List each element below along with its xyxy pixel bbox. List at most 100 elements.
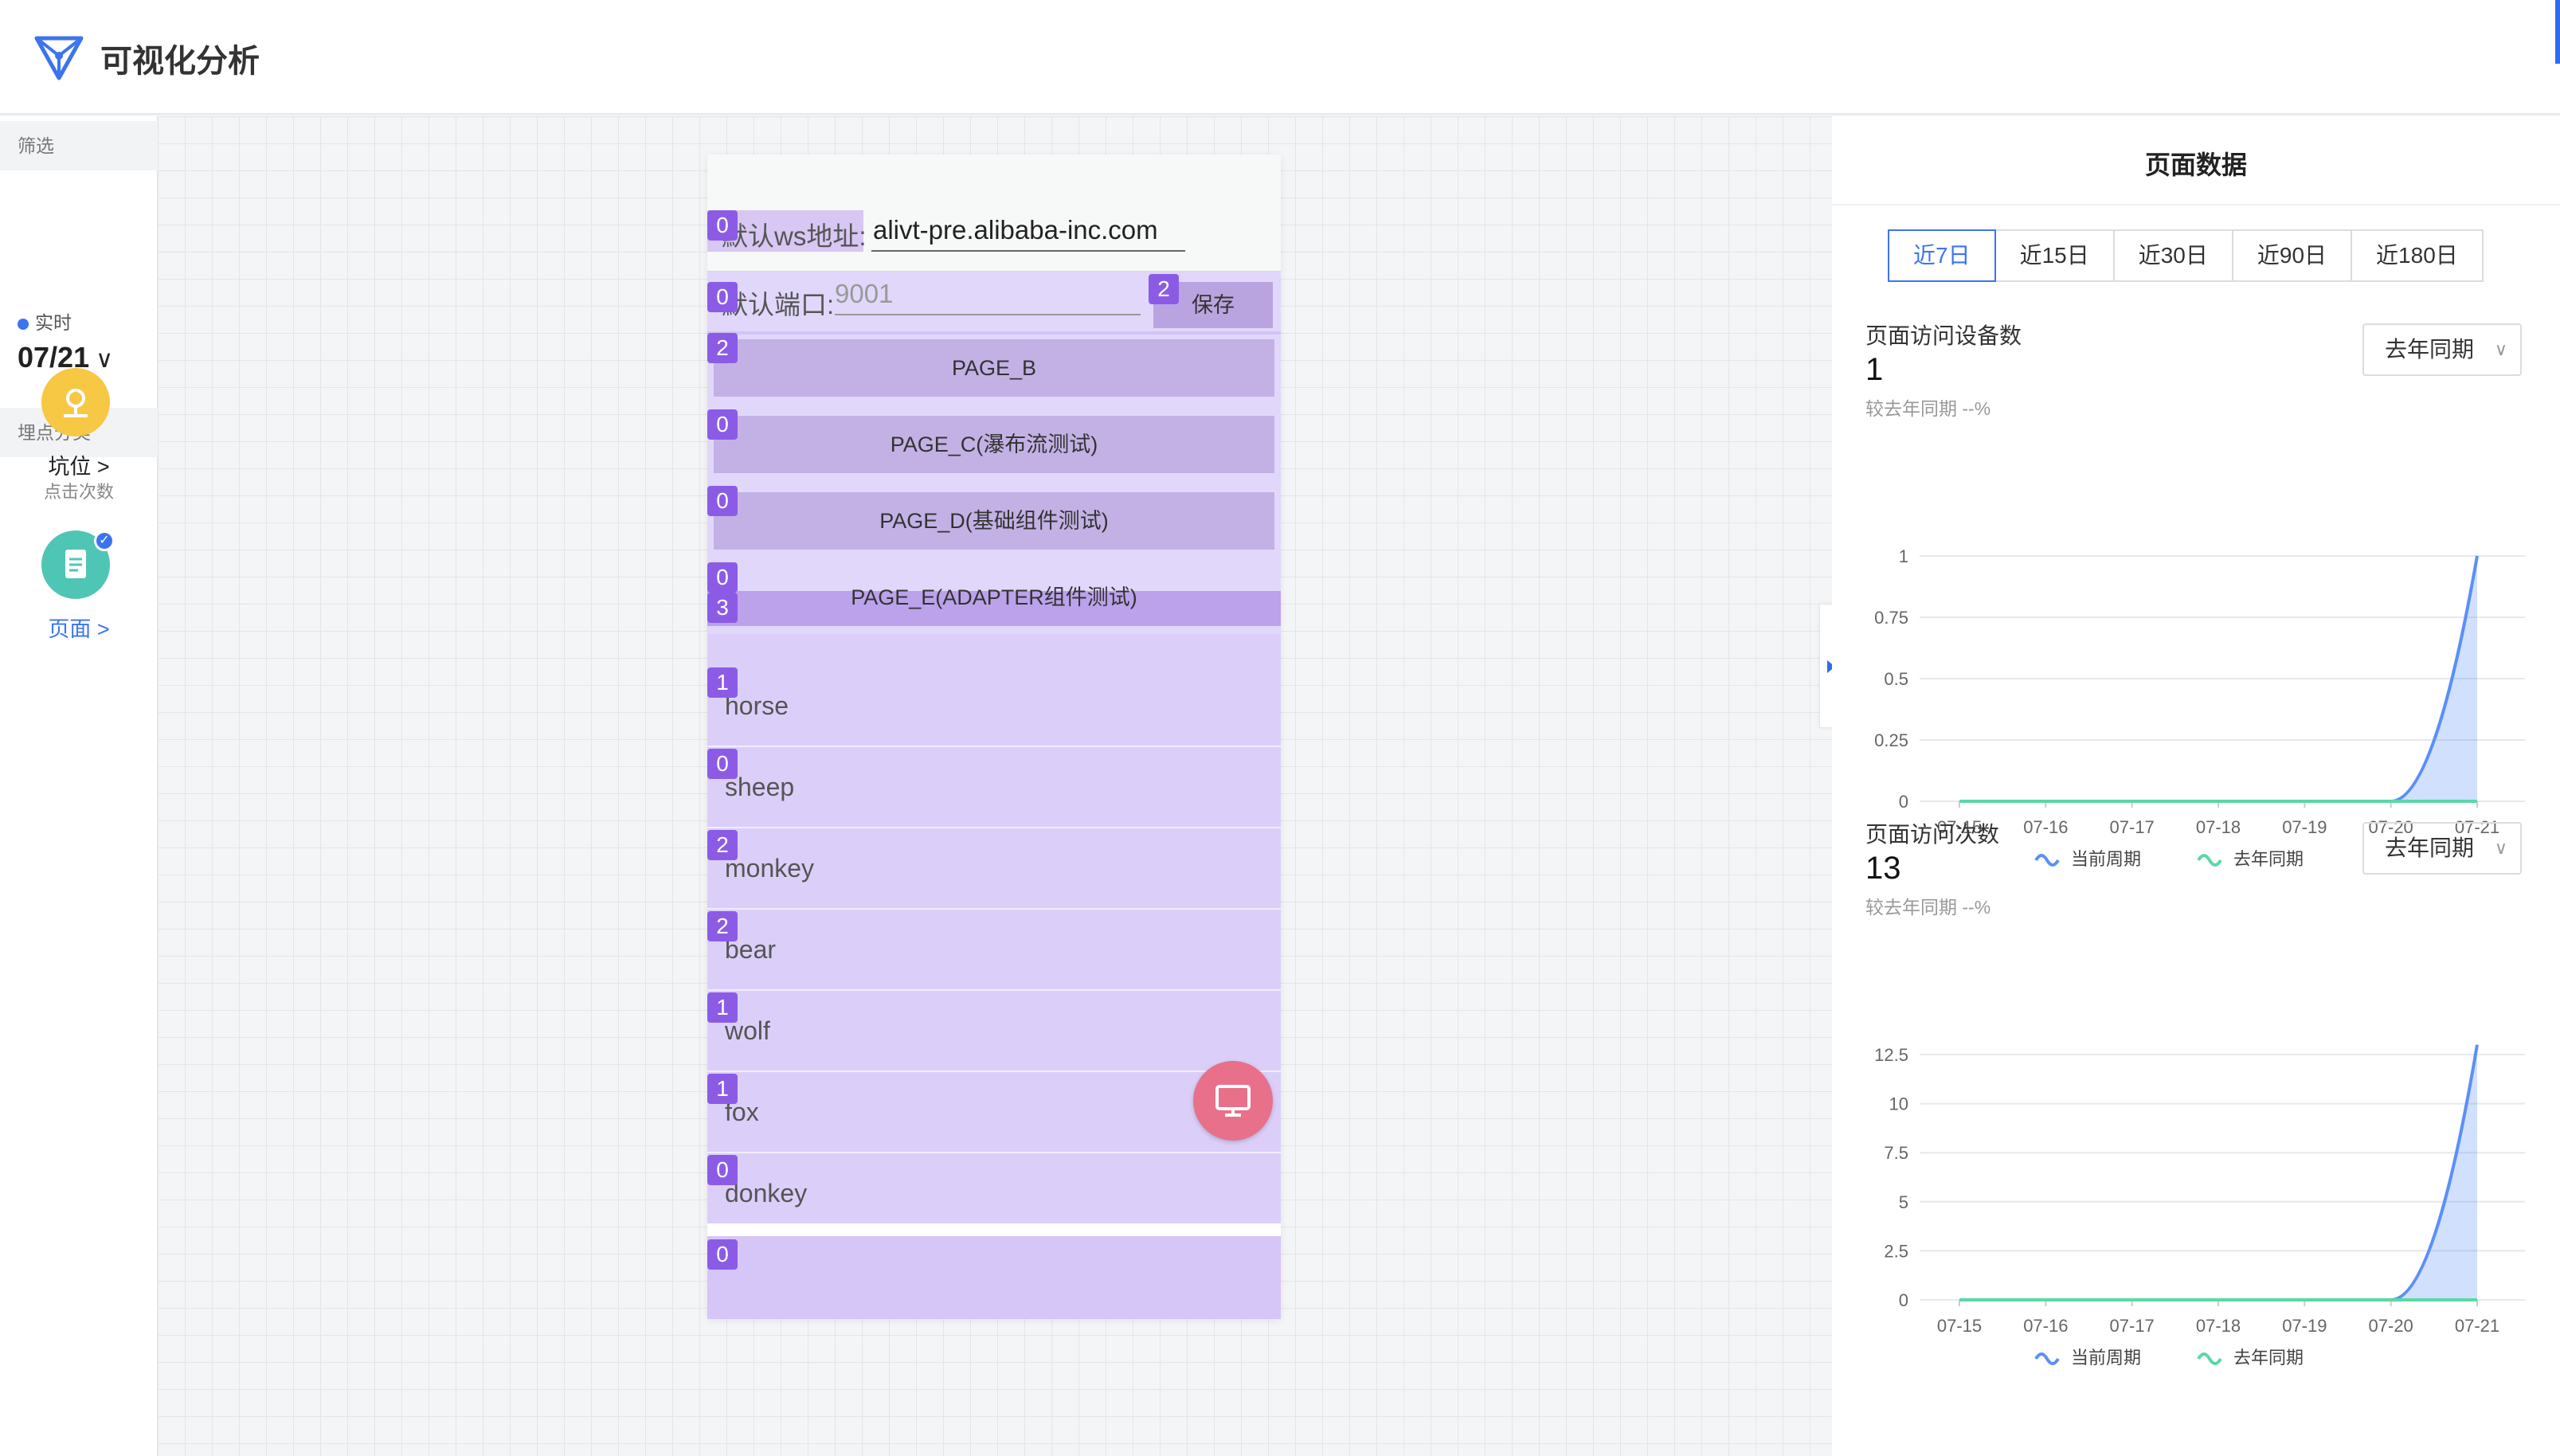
y-tick-label: 1: [1899, 546, 1908, 566]
bottom-highlight: [707, 1236, 1281, 1319]
list-item-badge: 1: [707, 1074, 738, 1104]
realtime-dot-icon: [18, 318, 29, 330]
x-tick-label: 07-16: [2023, 817, 2068, 837]
legend-marker-icon: [2197, 854, 2222, 867]
ws-label: 默认ws地址:: [722, 221, 867, 251]
x-tick-label: 07-17: [2110, 1316, 2155, 1336]
x-tick-label: 07-21: [2455, 1316, 2499, 1336]
category-slot-button[interactable]: [41, 368, 110, 436]
chevron-down-icon: ∨: [2494, 339, 2507, 359]
app-logo-icon: [34, 36, 84, 80]
x-tick-label: 07-16: [2023, 1316, 2068, 1336]
y-tick-label: 2.5: [1884, 1241, 1908, 1261]
y-tick-label: 0.5: [1884, 669, 1908, 689]
monitor-icon: [1215, 1085, 1251, 1117]
metric-visits-value: 13: [1865, 851, 1901, 886]
compare-period-dropdown[interactable]: 去年同期 ∨: [2362, 822, 2522, 875]
tab-90d[interactable]: 近90日: [2231, 229, 2353, 282]
legend-label[interactable]: 去年同期: [2233, 1348, 2304, 1368]
left-sidebar: 筛选 实时 07/21 ∨ 埋点分类 坑位 > 点击次数 ✓ 页面 >: [0, 116, 158, 1456]
y-tick-label: 0.75: [1874, 608, 1908, 628]
list-item-badge: 1: [707, 667, 738, 698]
list-item[interactable]: horse 1: [707, 667, 1281, 747]
page-c-badge: 0: [707, 409, 738, 440]
y-tick-label: 0.25: [1874, 730, 1908, 750]
dropdown-value: 去年同期: [2385, 836, 2475, 860]
page-e-badge: 0: [707, 562, 738, 593]
compare-period-dropdown[interactable]: 去年同期 ∨: [2362, 323, 2522, 376]
category-slot-sublabel: 点击次数: [43, 482, 114, 502]
top-bar: 可视化分析: [0, 0, 2560, 115]
dropdown-value: 去年同期: [2385, 337, 2475, 362]
legend-marker-icon: [2197, 1352, 2222, 1365]
monitor-fab-button[interactable]: [1193, 1061, 1273, 1141]
list-item-text: monkey: [725, 854, 815, 883]
x-tick-label: 07-15: [1937, 1316, 1982, 1336]
x-tick-label: 07-20: [2369, 1316, 2413, 1336]
list-item[interactable]: bear 2: [707, 911, 1281, 991]
list-item[interactable]: monkey 2: [707, 830, 1281, 910]
panel-divider: [1832, 204, 2560, 205]
category-slot-label[interactable]: 坑位 >: [0, 449, 158, 480]
phone-preview: 默认ws地址: alivt-pre.alibaba-inc.com 0 默认端口…: [707, 155, 1281, 1319]
page-b-button[interactable]: PAGE_B: [714, 339, 1274, 397]
metric-visits-label: 页面访问次数: [1865, 822, 2000, 847]
tab-180d[interactable]: 近180日: [2351, 229, 2484, 282]
page-c-button[interactable]: PAGE_C(瀑布流测试): [714, 416, 1274, 473]
tab-7d[interactable]: 近7日: [1888, 229, 1996, 282]
period-tabs: 近7日 近15日 近30日 近90日 近180日: [1888, 229, 2484, 282]
panel-title: 页面数据: [2144, 151, 2247, 179]
list-item-badge: 0: [707, 1155, 738, 1185]
bottom-badge: 0: [707, 1239, 738, 1270]
page-d-badge: 0: [707, 486, 738, 516]
y-tick-label: 10: [1889, 1094, 1908, 1114]
metric-visits-compare: 较去年同期 --%: [1865, 897, 1991, 918]
ws-address-input[interactable]: alivt-pre.alibaba-inc.com: [873, 215, 1158, 245]
category-page-label[interactable]: 页面 >: [0, 612, 158, 643]
page-d-button[interactable]: PAGE_D(基础组件测试): [714, 492, 1274, 550]
legend-marker-icon: [2034, 1352, 2060, 1365]
port-underline: [835, 314, 1141, 315]
legend-label[interactable]: 去年同期: [2233, 849, 2304, 869]
tab-15d[interactable]: 近15日: [1994, 229, 2115, 282]
realtime-indicator: 实时: [18, 307, 72, 335]
filter-section-label: 筛选: [0, 121, 158, 170]
list-item-badge: 2: [707, 911, 738, 941]
legend-label[interactable]: 当前周期: [2071, 849, 2141, 869]
x-tick-label: 07-18: [2196, 817, 2241, 837]
y-tick-label: 12.5: [1874, 1045, 1908, 1065]
port-count-badge: 0: [707, 282, 738, 312]
x-tick-label: 07-19: [2282, 1316, 2327, 1336]
current-series-area: [1959, 1044, 2477, 1300]
save-count-badge: 2: [1149, 274, 1179, 304]
list-item-badge: 0: [707, 749, 738, 779]
list-item[interactable]: donkey 0: [707, 1155, 1281, 1235]
page-e-button[interactable]: PAGE_E(ADAPTER组件测试): [714, 569, 1274, 626]
page-b-badge: 2: [707, 333, 738, 363]
list-item[interactable]: sheep 0: [707, 749, 1281, 828]
legend-marker-icon: [2034, 854, 2060, 867]
chevron-down-icon: ∨: [2494, 838, 2507, 858]
x-tick-label: 07-18: [2196, 1316, 2241, 1336]
ws-underline: [871, 250, 1185, 252]
visits-chart: 12.5 10 7.5 5 2.5 0 07-15 07-16 07-17 07-18 07-19 0…: [1874, 1044, 2525, 1368]
list-item[interactable]: wolf 1: [707, 992, 1281, 1072]
y-tick-label: 0: [1899, 1290, 1908, 1310]
metric-devices-label: 页面访问设备数: [1865, 323, 2022, 348]
current-series-line: [1959, 1044, 2479, 1301]
y-tick-label: 5: [1899, 1192, 1908, 1212]
legend-label[interactable]: 当前周期: [2071, 1348, 2141, 1368]
tab-30d[interactable]: 近30日: [2112, 229, 2233, 282]
location-pin-icon: [64, 389, 88, 417]
x-tick-label: 07-17: [2110, 817, 2155, 837]
port-label: 默认端口:: [722, 290, 835, 319]
page-e-badge-secondary: 3: [707, 593, 738, 623]
metric-devices-compare: 较去年同期 --%: [1865, 398, 1991, 419]
port-input[interactable]: 9001: [835, 279, 893, 309]
app-title: 可视化分析: [100, 44, 260, 79]
metric-devices-value: 1: [1865, 352, 1884, 387]
devices-chart: 10.750.50.25007-15 07-16 07-17 07-18 07-19 07…: [1874, 546, 2525, 869]
realtime-label: 实时: [35, 312, 72, 333]
page-data-panel: 页面数据 近7日 近15日 近30日 近90日 近180日 页面访问设备数 1 …: [1832, 116, 2560, 1456]
x-tick-label: 07-19: [2282, 817, 2327, 837]
